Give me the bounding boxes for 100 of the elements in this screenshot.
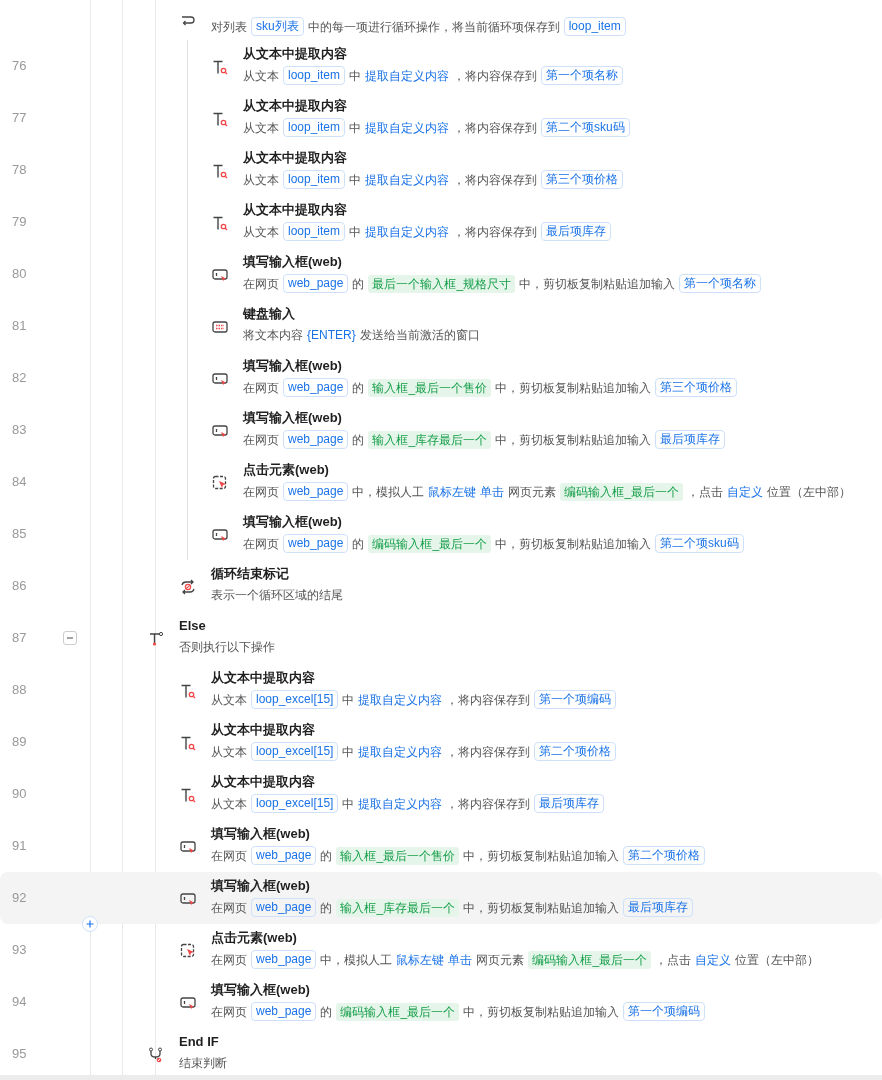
description-text: 的 — [352, 431, 365, 449]
line-number: 90 — [12, 786, 27, 801]
step-title: 填写输入框(web) — [211, 877, 311, 895]
collapse-toggle[interactable] — [63, 631, 77, 645]
variable-tag[interactable]: loop_item — [283, 170, 346, 189]
step-row-background[interactable]: 88 从文本中提取内容 从文本 loop_excel[15] 中 提取自定义内容 ，将内容保存到 第一个项编码 — [0, 664, 882, 716]
step-row-background[interactable]: 79 从文本中提取内容 从文本 loop_item 中 提取自定义内容 ，将内容保存到 最后项库存 — [0, 196, 882, 248]
parameter-link[interactable]: 提取自定义内容 — [365, 118, 450, 137]
variable-tag[interactable]: web_page — [283, 482, 349, 501]
description-text: 中 — [342, 743, 355, 761]
parameter-link[interactable]: 鼠标左键 — [396, 950, 445, 969]
parameter-link[interactable]: 自定义 — [727, 482, 764, 501]
step-row-background[interactable]: 91 填写输入框(web) 在网页 web_page 的 输入框_最后一个售价 中，剪切板复制粘贴追加输入 第二个项价格 — [0, 820, 882, 872]
line-number: 94 — [12, 994, 27, 1009]
variable-tag[interactable]: web_page — [251, 846, 317, 865]
step-row-background[interactable]: 82 填写输入框(web) 在网页 web_page 的 输入框_最后一个售价 中，剪切板复制粘贴追加输入 第三个项价格 — [0, 352, 882, 404]
element-tag[interactable]: 编码输入框_最后一个 — [368, 534, 492, 553]
step-row-background[interactable]: 95 End IF 结束判断 — [0, 1028, 882, 1075]
step-row-background[interactable]: 78 从文本中提取内容 从文本 loop_item 中 提取自定义内容 ，将内容保存到 第三个项价格 — [0, 144, 882, 196]
parameter-link[interactable]: 单击 — [448, 950, 473, 969]
step-row-background[interactable]: 93 点击元素(web) 在网页 web_page 中，模拟人工 鼠标左键 单击 网页元素 编码输入框_最后一个 ，点击 自定义 位置（左中部） — [0, 924, 882, 976]
line-number: 89 — [12, 734, 27, 749]
variable-tag[interactable]: 最后项库存 — [655, 430, 726, 449]
variable-tag[interactable]: loop_excel[15] — [251, 794, 339, 813]
variable-tag[interactable]: loop_item — [283, 222, 346, 241]
parameter-link[interactable]: 提取自定义内容 — [358, 690, 443, 709]
step-row-background[interactable]: 94 填写输入框(web) 在网页 web_page 的 编码输入框_最后一个 中，剪切板复制粘贴追加输入 第一个项编码 — [0, 976, 882, 1028]
step-row-background[interactable]: 80 填写输入框(web) 在网页 web_page 的 最后一个输入框_规格尺寸 中，剪切板复制粘贴追加输入 第一个项名称 — [0, 248, 882, 300]
step-title: 填写输入框(web) — [243, 513, 343, 531]
step-row-background[interactable]: 76 从文本中提取内容 从文本 loop_item 中 提取自定义内容 ，将内容保存到 第一个项名称 — [0, 40, 882, 92]
element-tag[interactable]: 输入框_库存最后一个 — [368, 430, 492, 449]
variable-tag[interactable]: web_page — [251, 898, 317, 917]
variable-tag[interactable]: 最后项库存 — [541, 222, 612, 241]
description-text: 从文本 — [211, 743, 247, 761]
variable-tag[interactable]: 第三个项价格 — [541, 170, 624, 189]
keyboard-icon — [212, 319, 228, 335]
variable-tag[interactable]: 第二个项sku码 — [541, 118, 630, 137]
variable-tag[interactable]: loop_item — [563, 17, 626, 36]
description-text: 中，模拟人工 — [352, 483, 425, 501]
variable-tag[interactable]: 第一个项编码 — [623, 1002, 706, 1021]
parameter-link[interactable]: 单击 — [480, 482, 505, 501]
element-tag[interactable]: 编码输入框_最后一个 — [336, 1002, 460, 1021]
step-row-background[interactable]: 83 填写输入框(web) 在网页 web_page 的 输入框_库存最后一个 中，剪切板复制粘贴追加输入 最后项库存 — [0, 404, 882, 456]
element-tag[interactable]: 最后一个输入框_规格尺寸 — [368, 274, 516, 293]
variable-tag[interactable]: 最后项库存 — [534, 794, 605, 813]
variable-tag[interactable]: loop_excel[15] — [251, 742, 339, 761]
step-row-background[interactable]: 84 点击元素(web) 在网页 web_page 中，模拟人工 鼠标左键 单击 网页元素 编码输入框_最后一个 ，点击 自定义 位置（左中部） — [0, 456, 882, 508]
parameter-link[interactable]: 鼠标左键 — [428, 482, 477, 501]
step-row-background[interactable]: 85 填写输入框(web) 在网页 web_page 的 编码输入框_最后一个 中，剪切板复制粘贴追加输入 第二个项sku码 — [0, 508, 882, 560]
text-search-icon — [180, 735, 196, 751]
variable-tag[interactable]: 第一个项编码 — [534, 690, 617, 709]
variable-tag[interactable]: web_page — [251, 950, 317, 969]
variable-tag[interactable]: 第一个项名称 — [679, 274, 762, 293]
parameter-link[interactable]: 提取自定义内容 — [365, 222, 450, 241]
description-text: 从文本 — [211, 691, 247, 709]
element-tag[interactable]: 输入框_库存最后一个 — [336, 898, 460, 917]
step-row-background[interactable]: 90 从文本中提取内容 从文本 loop_excel[15] 中 提取自定义内容 ，将内容保存到 最后项库存 — [0, 768, 882, 820]
step-row-background[interactable]: 89 从文本中提取内容 从文本 loop_excel[15] 中 提取自定义内容 ，将内容保存到 第二个项价格 — [0, 716, 882, 768]
step-row-background[interactable]: 77 从文本中提取内容 从文本 loop_item 中 提取自定义内容 ，将内容保存到 第二个项sku码 — [0, 92, 882, 144]
selected-step-row[interactable]: 92 填写输入框(web) 在网页 web_page 的 输入框_库存最后一个 中，剪切板复制粘贴追加输入 最后项库存 — [0, 872, 882, 924]
add-step-button[interactable] — [82, 916, 98, 932]
step-title: 从文本中提取内容 — [211, 721, 316, 739]
variable-tag[interactable]: 第三个项价格 — [655, 378, 738, 397]
variable-tag[interactable]: web_page — [283, 378, 349, 397]
step-row-background[interactable]: 对列表 sku列表 中的每一项进行循环操作，将当前循环项保存到 loop_item — [0, 0, 882, 40]
parameter-link[interactable]: 提取自定义内容 — [365, 170, 450, 189]
variable-tag[interactable]: web_page — [283, 534, 349, 553]
variable-tag[interactable]: loop_item — [283, 66, 346, 85]
element-tag[interactable]: 输入框_最后一个售价 — [336, 846, 460, 865]
element-tag[interactable]: 输入框_最后一个售价 — [368, 378, 492, 397]
branch-icon — [148, 631, 164, 647]
parameter-link[interactable]: 自定义 — [695, 950, 732, 969]
step-title: 从文本中提取内容 — [243, 45, 348, 63]
variable-tag[interactable]: web_page — [283, 274, 349, 293]
step-row-background[interactable]: 86 循环结束标记 表示一个循环区域的结尾 — [0, 560, 882, 612]
parameter-link[interactable]: 提取自定义内容 — [358, 794, 443, 813]
variable-tag[interactable]: 第二个项价格 — [534, 742, 617, 761]
line-number: 86 — [12, 578, 27, 593]
parameter-link[interactable]: 提取自定义内容 — [358, 742, 443, 761]
variable-tag[interactable]: web_page — [283, 430, 349, 449]
input-box-icon — [212, 423, 228, 439]
variable-tag[interactable]: web_page — [251, 1002, 317, 1021]
parameter-link[interactable]: {ENTER} — [307, 326, 356, 344]
parameter-link[interactable]: 提取自定义内容 — [365, 66, 450, 85]
variable-tag[interactable]: 第一个项名称 — [541, 66, 624, 85]
description-text: ，将内容保存到 — [446, 743, 531, 761]
step-row-background[interactable]: 87 Else 否则执行以下操作 — [0, 612, 882, 664]
description-text: 在网页 — [211, 1003, 247, 1021]
element-tag[interactable]: 编码输入框_最后一个 — [560, 482, 684, 501]
description-text: 否则执行以下操作 — [179, 639, 275, 656]
variable-tag[interactable]: 最后项库存 — [623, 898, 694, 917]
variable-tag[interactable]: 第二个项价格 — [623, 846, 706, 865]
description-text: 在网页 — [243, 275, 279, 293]
variable-tag[interactable]: sku列表 — [251, 17, 304, 36]
step-row-background[interactable]: 81 键盘输入 将文本内容 {ENTER} 发送给当前激活的窗口 — [0, 300, 882, 352]
variable-tag[interactable]: loop_excel[15] — [251, 690, 339, 709]
description-text: ，点击 — [687, 483, 724, 501]
variable-tag[interactable]: loop_item — [283, 118, 346, 137]
element-tag[interactable]: 编码输入框_最后一个 — [528, 950, 652, 969]
variable-tag[interactable]: 第二个项sku码 — [655, 534, 744, 553]
